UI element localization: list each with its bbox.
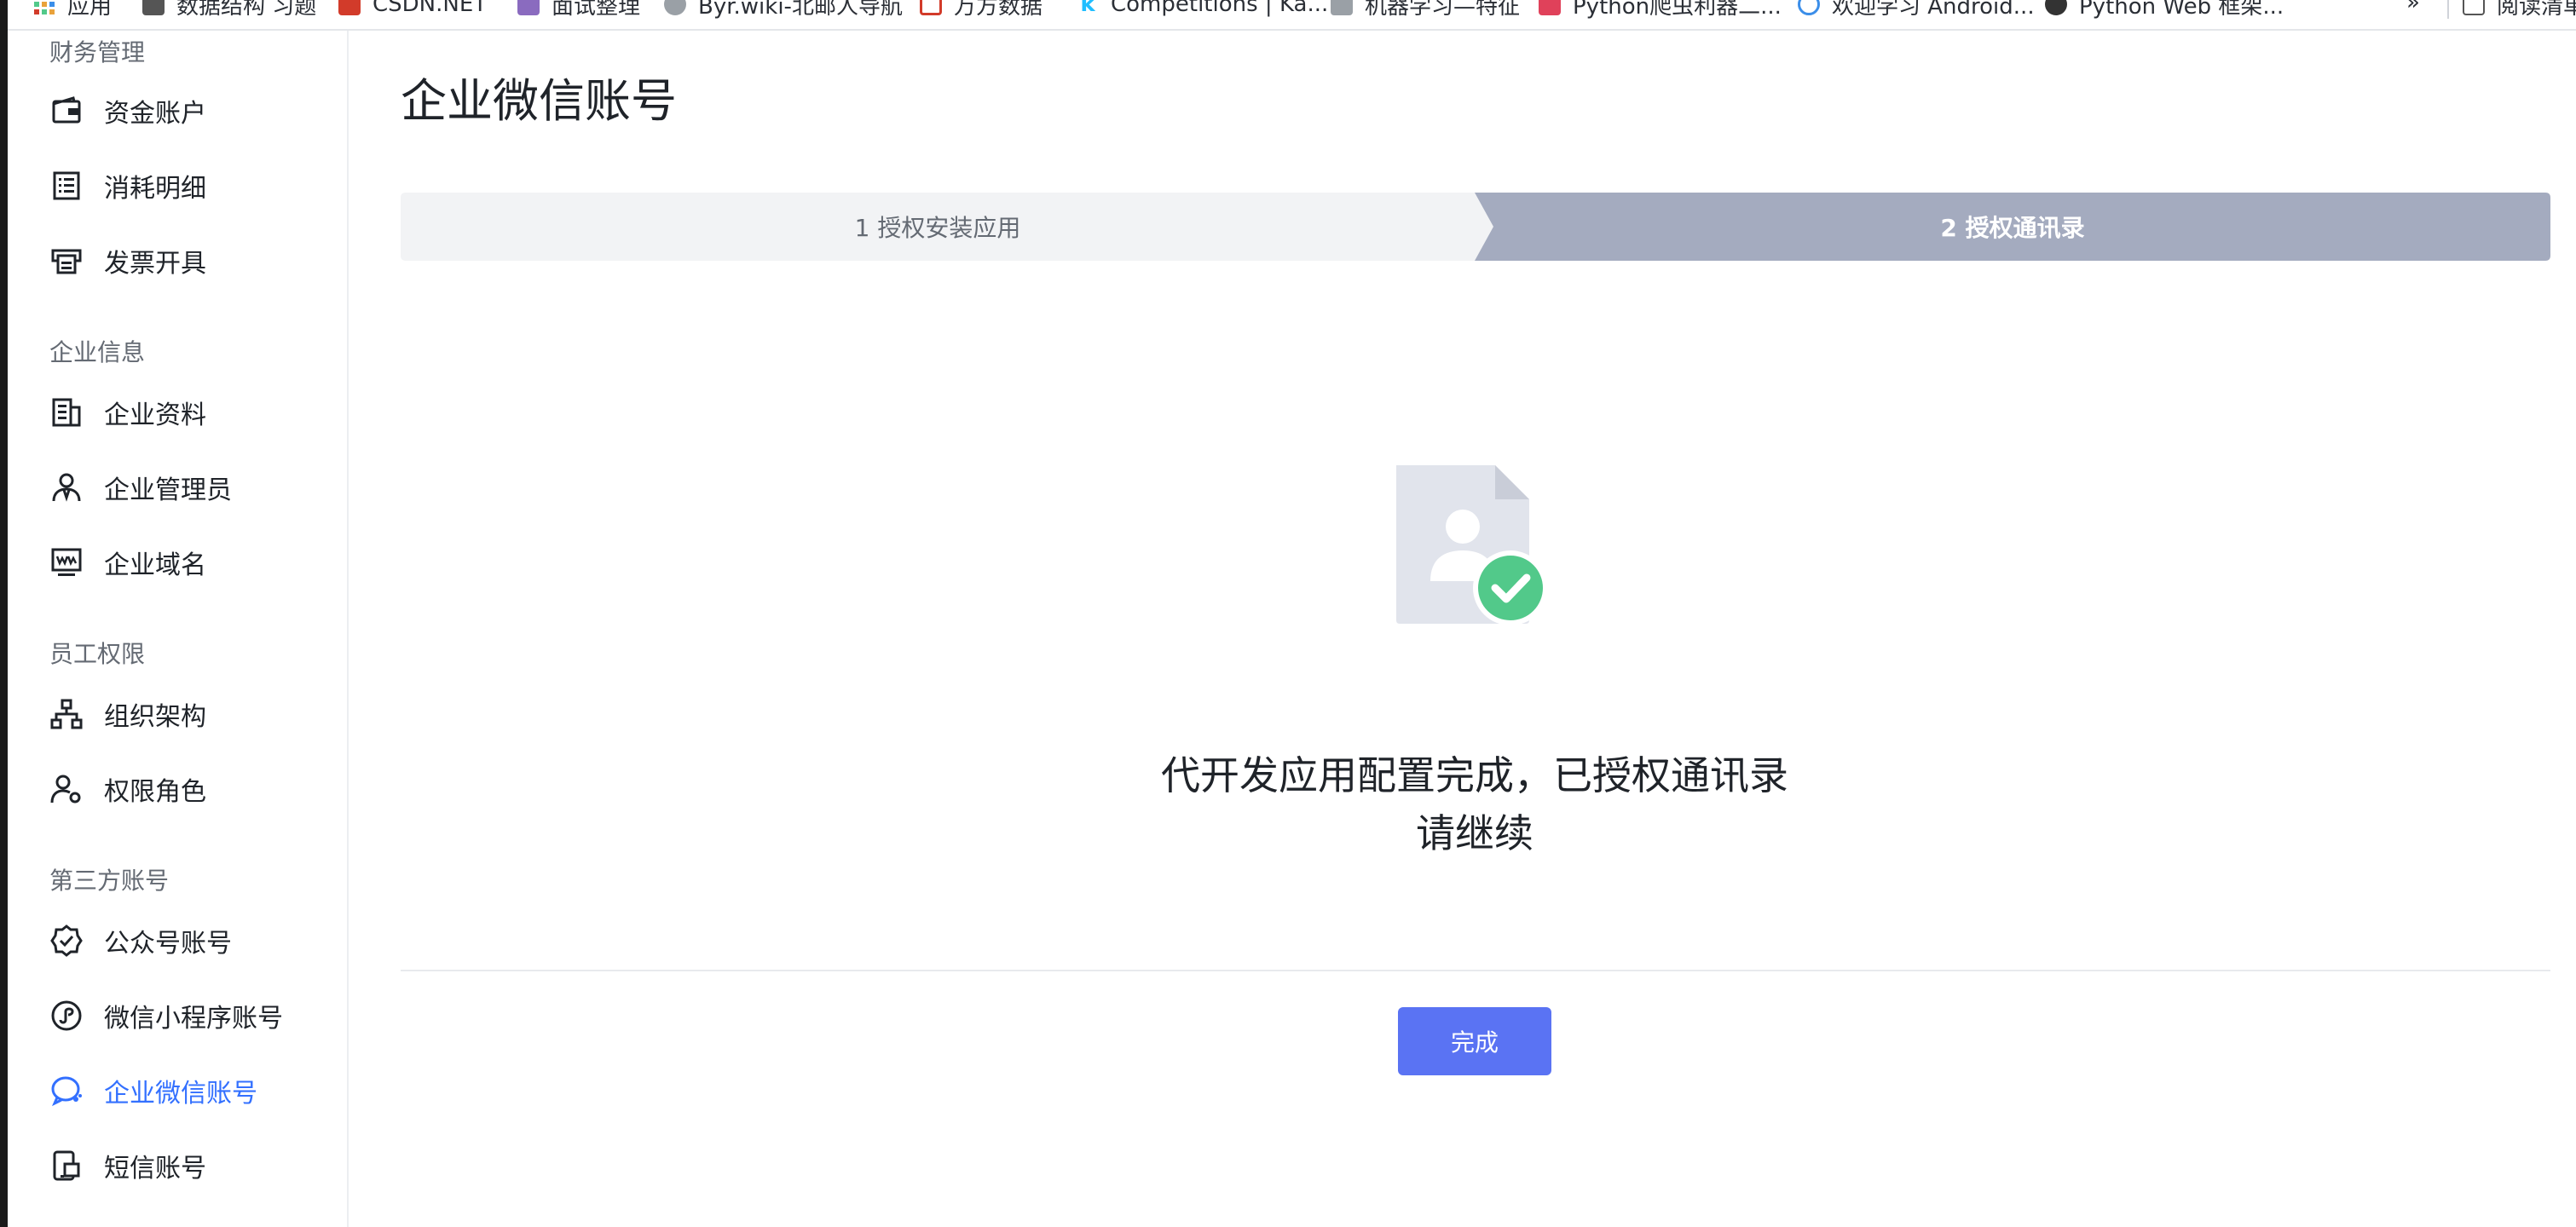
- bookmark-ds[interactable]: 数据结构 习题: [142, 0, 317, 20]
- sidebar-item-label: 企业微信账号: [104, 1079, 257, 1109]
- sidebar-item-label: 权限角色: [104, 777, 206, 807]
- bookmark-label: Competitions | Ka...: [1111, 0, 1329, 17]
- sidebar-item-label: 企业管理员: [104, 475, 232, 505]
- done-button[interactable]: 完成: [1398, 1007, 1551, 1075]
- sms-phone-icon: [49, 1149, 84, 1183]
- csdn-logo-icon: [338, 0, 361, 15]
- bookmark-label: Python Web 框架...: [2079, 0, 2284, 20]
- building-document-icon: [49, 395, 84, 429]
- kaggle-logo-icon: k: [1080, 0, 1095, 17]
- reading-list-button[interactable]: 阅读清单: [2463, 0, 2576, 20]
- bookmark-label: 应用: [67, 0, 113, 20]
- domain-monitor-icon: [49, 545, 84, 579]
- sidebar-item-label: 企业资料: [104, 400, 206, 430]
- bookmark-byr[interactable]: Byr.wiki-北邮人导航: [664, 0, 903, 20]
- sidebar-item-label: 资金账户: [104, 99, 206, 129]
- bookmark-label: Python爬虫利器二...: [1573, 0, 1782, 20]
- sidebar-item-label: 短信账号: [104, 1154, 206, 1184]
- bookmark-python-crawler[interactable]: Python爬虫利器二...: [1539, 0, 1782, 20]
- sidebar-group-title: 财务管理: [49, 38, 146, 66]
- mini-program-icon: [49, 999, 84, 1033]
- window-edge: [0, 0, 8, 1227]
- sidebar-item-mini-program[interactable]: 微信小程序账号: [49, 990, 331, 1041]
- sidebar-item-company-profile[interactable]: 企业资料: [49, 387, 331, 438]
- sidebar-item-invoice[interactable]: 发票开具: [49, 235, 331, 286]
- completion-message-line1: 代开发应用配置完成，已授权通讯录: [1161, 752, 1788, 798]
- bookmark-label: 机器学习—特征: [1365, 0, 1521, 20]
- page-title: 企业微信账号: [401, 74, 677, 128]
- sidebar-item-permission-roles[interactable]: 权限角色: [49, 763, 331, 815]
- step-2-label: 2 授权通讯录: [1940, 214, 2085, 242]
- completion-message: 代开发应用配置完成，已授权通讯录 请继续: [963, 746, 1986, 862]
- sidebar-item-consumption[interactable]: 消耗明细: [49, 160, 331, 211]
- invoice-printer-icon: [49, 244, 84, 278]
- bookmark-interview[interactable]: 面试整理: [517, 0, 641, 20]
- bookmark-kaggle[interactable]: k Competitions | Ka...: [1077, 0, 1328, 19]
- sidebar-item-label: 微信小程序账号: [104, 1004, 283, 1034]
- bookmark-label: Byr.wiki-北邮人导航: [698, 0, 903, 20]
- bookmarks-separator: [2447, 0, 2449, 19]
- sidebar-item-wecom-account[interactable]: 企业微信账号: [49, 1065, 331, 1116]
- reading-list-icon: [2463, 0, 2485, 15]
- note-icon: [517, 0, 540, 15]
- bookmark-label: CSDN.NET: [373, 0, 488, 17]
- wecom-chat-icon: [49, 1074, 84, 1108]
- wallet-icon: [49, 94, 84, 128]
- bookmark-label: 数据结构 习题: [176, 0, 317, 20]
- bookmark-android[interactable]: 欢迎学习 Android...: [1798, 0, 2035, 20]
- sidebar-item-label: 企业域名: [104, 550, 206, 580]
- sidebar-item-fund-account[interactable]: 资金账户: [49, 85, 331, 136]
- admin-user-icon: [49, 470, 84, 504]
- sidebar-item-official-account[interactable]: 公众号账号: [49, 915, 331, 966]
- sidebar-group-title: 企业信息: [49, 338, 146, 366]
- globe-icon: [664, 0, 686, 15]
- sidebar-item-sms-account[interactable]: 短信账号: [49, 1140, 331, 1191]
- bookmark-apps[interactable]: 应用: [33, 0, 113, 20]
- step-indicator: 1 授权安装应用 2 授权通讯录: [401, 193, 2550, 261]
- apps-grid-icon: [33, 0, 55, 15]
- sidebar-item-company-domain[interactable]: 企业域名: [49, 537, 331, 588]
- contact-file-success-icon: [1391, 462, 1562, 632]
- sidebar-group-title: 第三方账号: [49, 867, 170, 895]
- bookmark-label: 面试整理: [552, 0, 641, 20]
- bookmarks-overflow-button[interactable]: »: [2406, 0, 2420, 15]
- sidebar-item-label: 消耗明细: [104, 174, 206, 204]
- bookmark-csdn[interactable]: CSDN.NET: [338, 0, 487, 19]
- role-user-icon: [49, 772, 84, 806]
- book-icon: [142, 0, 165, 15]
- reading-list-label: 阅读清单: [2497, 0, 2576, 20]
- verified-badge-icon: [49, 924, 84, 958]
- pocket-icon: [1539, 0, 1561, 15]
- bookmark-label: 欢迎学习 Android...: [1832, 0, 2035, 20]
- footer-divider: [401, 970, 2550, 971]
- dots-icon: [2045, 0, 2067, 15]
- list-detail-icon: [49, 169, 84, 203]
- sidebar-item-label: 组织架构: [104, 702, 206, 732]
- bookmark-label: 万方数据: [954, 0, 1043, 20]
- android-icon: [1798, 0, 1820, 15]
- sidebar-item-org-structure[interactable]: 组织架构: [49, 688, 331, 740]
- org-chart-icon: [49, 697, 84, 731]
- sidebar-item-label: 发票开具: [104, 249, 206, 279]
- bookmark-ml[interactable]: 机器学习—特征: [1331, 0, 1521, 20]
- bookmarks-bar: 应用 数据结构 习题 CSDN.NET 面试整理 Byr.wiki-北邮人导航 …: [8, 0, 2576, 31]
- completion-message-line2: 请继续: [1416, 810, 1533, 856]
- bookmark-python-web[interactable]: Python Web 框架...: [2045, 0, 2284, 20]
- folder-icon: [1331, 0, 1353, 15]
- sidebar-item-company-admin[interactable]: 企业管理员: [49, 462, 331, 513]
- bookmark-wanfang[interactable]: 万方数据: [920, 0, 1043, 20]
- sidebar-item-label: 公众号账号: [104, 929, 232, 959]
- sidebar-group-title: 员工权限: [49, 640, 146, 668]
- sidebar: 财务管理 资金账户 消耗明细 发票开具 企业信息 企业资料 企业管理员 企业域名…: [8, 31, 349, 1227]
- step-1-label: 1 授权安装应用: [854, 214, 1021, 242]
- wanfang-logo-icon: [920, 0, 942, 15]
